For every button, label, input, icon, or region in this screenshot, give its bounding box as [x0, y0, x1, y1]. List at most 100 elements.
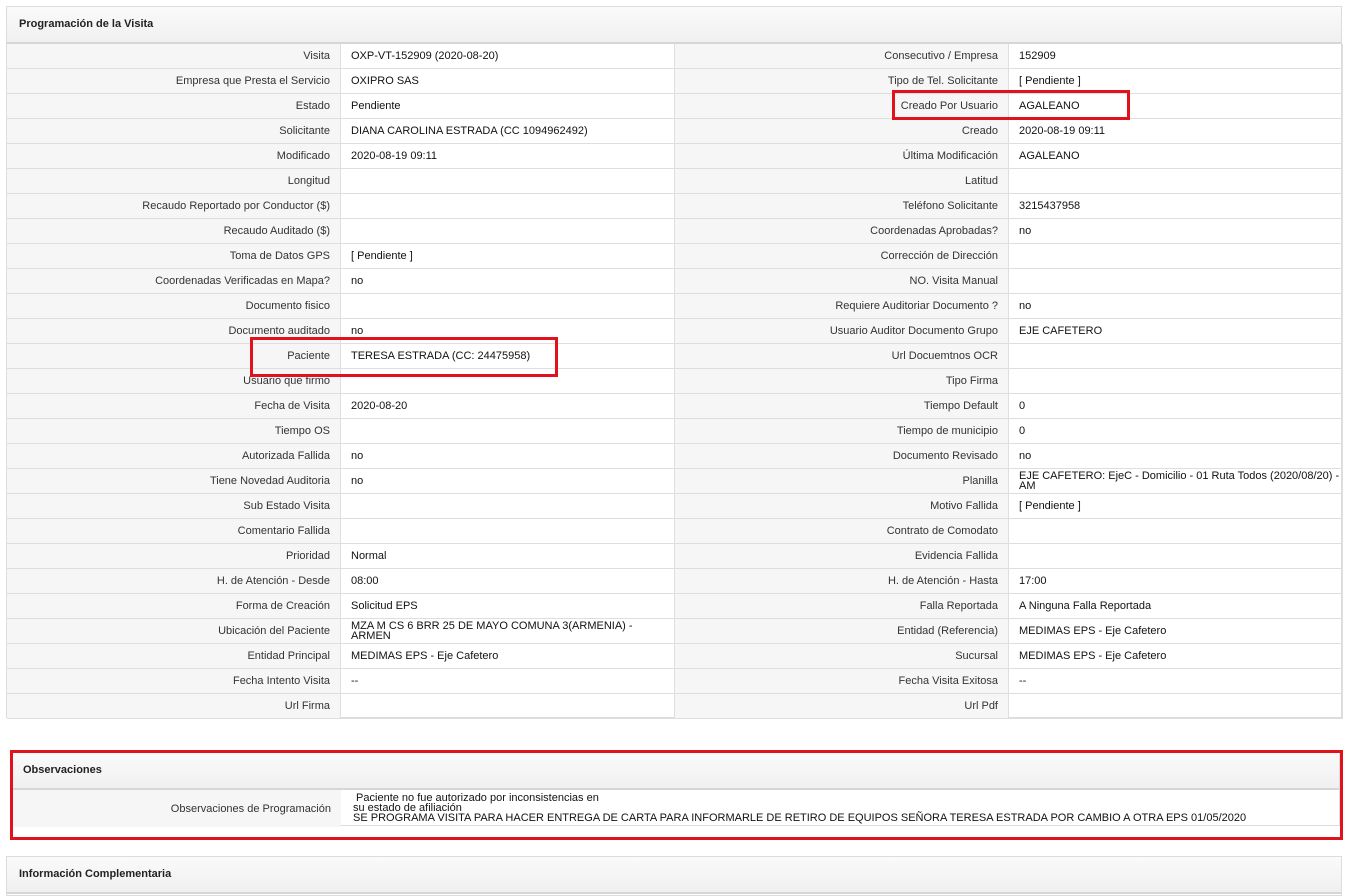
field-value	[1009, 369, 1343, 393]
field-row: Documento auditado no	[7, 319, 675, 344]
field-label: Comentario Fallida	[7, 519, 341, 543]
field-value	[1009, 694, 1343, 718]
field-label: Teléfono Solicitante	[675, 194, 1009, 218]
field-value: 0	[1009, 394, 1343, 418]
field-value: EJE CAFETERO: EjeC - Domicilio - 01 Ruta…	[1009, 469, 1343, 493]
field-label: Tiempo OS	[7, 419, 341, 443]
field-value: MEDIMAS EPS - Eje Cafetero	[1009, 619, 1343, 643]
field-row: Visita OXP-VT-152909 (2020-08-20)	[7, 44, 675, 69]
field-row: Tiempo OS	[7, 419, 675, 444]
field-value: Pendiente	[341, 94, 675, 118]
field-row: Tipo Firma	[675, 369, 1343, 394]
field-row: Ubicación del Paciente MZA M CS 6 BRR 25 …	[7, 619, 675, 644]
field-value: [ Pendiente ]	[1009, 494, 1343, 518]
field-row: Teléfono Solicitante 3215437958	[675, 194, 1343, 219]
field-value	[1009, 244, 1343, 268]
field-row: Coordenadas Aprobadas? no	[675, 219, 1343, 244]
field-row: Planilla EJE CAFETERO: EjeC - Domicilio -…	[675, 469, 1343, 494]
field-value: no	[1009, 444, 1343, 468]
field-label: Documento Revisado	[675, 444, 1009, 468]
observaciones-title: Observaciones	[11, 753, 1339, 790]
field-label: Usuario Auditor Documento Grupo	[675, 319, 1009, 343]
field-value	[1009, 344, 1343, 368]
field-value	[341, 369, 675, 393]
field-label: Creado Por Usuario	[675, 94, 1009, 118]
field-label: Coordenadas Verificadas en Mapa?	[7, 269, 341, 293]
field-row: Documento Revisado no	[675, 444, 1343, 469]
field-label: Forma de Creación	[7, 594, 341, 618]
field-label: Url Pdf	[675, 694, 1009, 718]
observaciones-line: Paciente no fue autorizado por inconsist…	[353, 792, 599, 804]
observaciones-row: Observaciones de Programación Paciente n…	[11, 790, 1339, 827]
field-label: NO. Visita Manual	[675, 269, 1009, 293]
field-row: Usuario Auditor Documento Grupo EJE CAFET…	[675, 319, 1343, 344]
observaciones-panel: Observaciones Observaciones de Programac…	[10, 752, 1340, 827]
field-label: Entidad Principal	[7, 644, 341, 668]
field-value: A Ninguna Falla Reportada	[1009, 594, 1343, 618]
field-label: Tiempo Default	[675, 394, 1009, 418]
field-value: MEDIMAS EPS - Eje Cafetero	[1009, 644, 1343, 668]
field-row: Fecha Intento Visita --	[7, 669, 675, 694]
left-column: Visita OXP-VT-152909 (2020-08-20) Empresa …	[7, 44, 675, 719]
field-value	[341, 219, 675, 243]
field-label: Prioridad	[7, 544, 341, 568]
field-value: no	[341, 469, 675, 493]
field-value	[1009, 544, 1343, 568]
field-label: Creado	[675, 119, 1009, 143]
field-value: TERESA ESTRADA (CC: 24475958)	[341, 344, 675, 368]
programacion-panel: Programación de la Visita Visita OXP-VT-1…	[6, 6, 1343, 719]
field-row: Tipo de Tel. Solicitante[ Pendiente ]	[675, 69, 1343, 94]
field-value: --	[1009, 669, 1343, 693]
field-label: Documento fisico	[7, 294, 341, 318]
field-value: DIANA CAROLINA ESTRADA (CC 1094962492)	[341, 119, 675, 143]
field-label: Sub Estado Visita	[7, 494, 341, 518]
field-label: Sucursal	[675, 644, 1009, 668]
field-row: Recaudo Reportado por Conductor ($)	[7, 194, 675, 219]
field-row: Solicitante DIANA CAROLINA ESTRADA (CC 10…	[7, 119, 675, 144]
field-row: Forma de Creación Solicitud EPS	[7, 594, 675, 619]
field-value: MEDIMAS EPS - Eje Cafetero	[341, 644, 675, 668]
field-label: Recaudo Reportado por Conductor ($)	[7, 194, 341, 218]
field-value: no	[1009, 294, 1343, 318]
field-value	[341, 194, 675, 218]
field-row: Estado Pendiente	[7, 94, 675, 119]
field-label: Solicitante	[7, 119, 341, 143]
field-row: Entidad Principal MEDIMAS EPS - Eje Cafet…	[7, 644, 675, 669]
right-column: Consecutivo / Empresa 152909 Tipo de Tel. …	[675, 44, 1343, 719]
field-row: Creado 2020-08-19 09:11	[675, 119, 1343, 144]
field-value: Normal	[341, 544, 675, 568]
observaciones-line: SE PROGRAMA VISITA PARA HACER ENTREGA DE…	[353, 812, 1247, 824]
field-row: Latitud	[675, 169, 1343, 194]
field-label: Url Docuemtnos OCR	[675, 344, 1009, 368]
field-row: H. de Atención - Hasta 17:00	[675, 569, 1343, 594]
field-label: Recaudo Auditado ($)	[7, 219, 341, 243]
field-label: Paciente	[7, 344, 341, 368]
field-label: Fecha Intento Visita	[7, 669, 341, 693]
field-value	[1009, 269, 1343, 293]
field-row: Autorizada Fallida no	[7, 444, 675, 469]
field-value: AGALEANO	[1009, 94, 1343, 118]
field-value: EJE CAFETERO	[1009, 319, 1343, 343]
field-row: Comentario Fallida	[7, 519, 675, 544]
field-label: Empresa que Presta el Servicio	[7, 69, 341, 93]
field-value: 17:00	[1009, 569, 1343, 593]
field-row: Corrección de Dirección	[675, 244, 1343, 269]
field-label: Tiempo de municipio	[675, 419, 1009, 443]
field-value: MZA M CS 6 BRR 25 DE MAYO COMUNA 3(ARMEN…	[341, 619, 675, 643]
field-value: [ Pendiente ]	[341, 244, 675, 268]
complementaria-panel: Información Complementaria	[6, 856, 1342, 896]
field-value: 152909	[1009, 44, 1343, 68]
field-value: no	[341, 269, 675, 293]
field-row: Modificado 2020-08-19 09:11	[7, 144, 675, 169]
field-value: 2020-08-19 09:11	[1009, 119, 1343, 143]
field-row: Tiene Novedad Auditoria no	[7, 469, 675, 494]
field-value: Solicitud EPS	[341, 594, 675, 618]
field-value	[341, 419, 675, 443]
field-row: Entidad (Referencia) MEDIMAS EPS - Eje Ca…	[675, 619, 1343, 644]
field-label: Última Modificación	[675, 144, 1009, 168]
field-row: Usuario que firmo	[7, 369, 675, 394]
field-value: 08:00	[341, 569, 675, 593]
field-row: Consecutivo / Empresa 152909	[675, 44, 1343, 69]
field-row: Paciente TERESA ESTRADA (CC: 24475958)	[7, 344, 675, 369]
field-row: Creado Por Usuario AGALEANO	[675, 94, 1343, 119]
